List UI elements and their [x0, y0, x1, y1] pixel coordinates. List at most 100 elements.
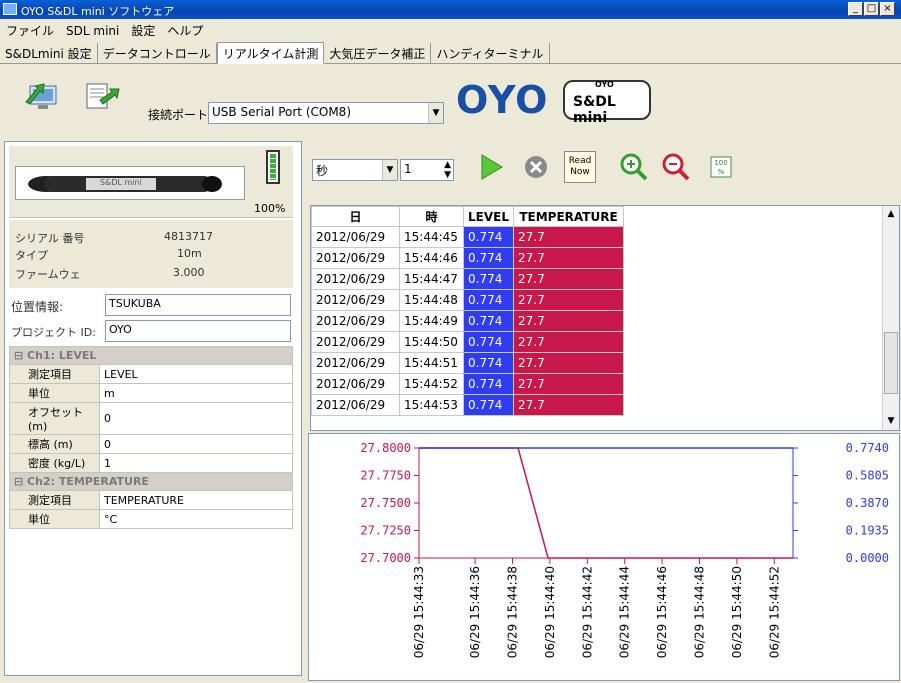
property-value[interactable]: 0 [99, 402, 293, 435]
cell-date: 2012/06/29 [311, 394, 400, 416]
port-select[interactable]: USB Serial Port (COM8) ▼ [208, 102, 444, 124]
property-value[interactable]: m [99, 383, 293, 403]
device-info: シリアル 番号 4813717 タイプ 10m ファームウェ 3.000 [9, 220, 293, 288]
table-row[interactable]: 2012/06/29 15:44:50 0.774 27.7 [311, 331, 624, 353]
scroll-thumb[interactable] [884, 332, 898, 394]
minimize-button[interactable]: _ [848, 2, 863, 16]
left-tick-label: 27.7000 [360, 551, 411, 565]
table-row[interactable]: 2012/06/29 15:44:52 0.774 27.7 [311, 373, 624, 395]
scroll-down-icon[interactable]: ▼ [883, 413, 899, 430]
oyo-logo: OYO [456, 78, 549, 122]
table-row[interactable]: 2012/06/29 15:44:47 0.774 27.7 [311, 268, 624, 290]
cell-level: 0.774 [463, 394, 514, 416]
cell-time: 15:44:53 [399, 394, 464, 416]
unit-select[interactable]: 秒 ▼ [312, 159, 398, 181]
table-row[interactable]: 2012/06/29 15:44:45 0.774 27.7 [311, 226, 624, 248]
x-tick-label: 06/29 15:44:38 [506, 566, 520, 658]
menu-settings[interactable]: 設定 [125, 19, 161, 39]
col-date-header[interactable]: 日 [311, 206, 400, 227]
close-button[interactable]: × [880, 2, 895, 16]
table-row[interactable]: 2012/06/29 15:44:51 0.774 27.7 [311, 352, 624, 374]
export-icon[interactable] [84, 80, 122, 112]
property-name: 測定項目 [9, 490, 100, 510]
project-field[interactable]: OYO [105, 320, 291, 342]
badge-top-text: OYO [595, 80, 614, 89]
property-row[interactable]: 測定項目 TEMPERATURE [9, 490, 293, 510]
table-row[interactable]: 2012/06/29 15:44:53 0.774 27.7 [311, 394, 624, 416]
property-value[interactable]: LEVEL [99, 364, 293, 384]
property-value[interactable]: TEMPERATURE [99, 490, 293, 510]
tab-pressure-correction[interactable]: 大気圧データ補正 [324, 43, 432, 64]
cell-time: 15:44:50 [399, 331, 464, 353]
stop-button[interactable] [518, 149, 554, 185]
read-now-button[interactable]: Read Now [564, 151, 596, 183]
location-field[interactable]: TSUKUBA [105, 294, 291, 316]
cell-date: 2012/06/29 [311, 268, 400, 290]
property-name: オフセット (m) [9, 402, 100, 435]
cell-temp: 27.7 [513, 310, 624, 332]
menu-sdl-mini[interactable]: SDL mini [60, 21, 125, 38]
zoom-reset-button[interactable]: 100% [702, 149, 738, 185]
table-row[interactable]: 2012/06/29 15:44:49 0.774 27.7 [311, 310, 624, 332]
zoom-in-button[interactable] [616, 149, 652, 185]
x-tick-label: 06/29 15:44:42 [580, 566, 594, 658]
cell-temp: 27.7 [513, 247, 624, 269]
property-group-label: ⊟ Ch1: LEVEL [9, 346, 293, 365]
x-tick-label: 06/29 15:44:36 [468, 566, 482, 658]
property-row[interactable]: 密度 (kg/L) 1 [9, 453, 293, 473]
property-value[interactable]: 1 [99, 453, 293, 473]
right-tick-label: 0.1935 [846, 524, 889, 538]
tab-handy-terminal[interactable]: ハンディターミナル [431, 43, 550, 64]
x-tick-label: 06/29 15:44:44 [618, 566, 632, 658]
col-level-header[interactable]: LEVEL [463, 206, 514, 227]
firmware-value: 3.000 [173, 266, 205, 279]
interval-value: 1 [404, 162, 412, 176]
cell-date: 2012/06/29 [311, 331, 400, 353]
play-button[interactable] [472, 149, 508, 185]
cell-date: 2012/06/29 [311, 310, 400, 332]
property-name: 単位 [9, 509, 100, 529]
tab-sdl-settings[interactable]: S&DLmini 設定 [0, 43, 98, 64]
chevron-down-icon[interactable]: ▼ [428, 103, 443, 123]
cell-time: 15:44:49 [399, 310, 464, 332]
tab-realtime[interactable]: リアルタイム計測 [216, 42, 325, 64]
menu-file[interactable]: ファイル [0, 19, 60, 39]
property-row[interactable]: 測定項目 LEVEL [9, 364, 293, 384]
tab-data-control[interactable]: データコントロール [98, 43, 217, 64]
spin-icon[interactable]: ▲ ▼ [444, 160, 451, 180]
cell-time: 15:44:47 [399, 268, 464, 290]
scrollbar[interactable]: ▲ ▼ [882, 206, 899, 430]
location-label: 位置情報: [11, 300, 64, 314]
sdl-mini-logo: OYO S&DL mini [563, 80, 651, 126]
download-icon[interactable] [24, 80, 62, 112]
scroll-up-icon[interactable]: ▲ [883, 206, 899, 223]
project-label: プロジェクト ID: [11, 326, 96, 339]
property-group-label: ⊟ Ch2: TEMPERATURE [9, 472, 293, 491]
battery-level: 100% [254, 202, 286, 215]
chevron-down-icon[interactable]: ▼ [382, 160, 397, 180]
interval-stepper[interactable]: 1 ▲ ▼ [400, 159, 454, 181]
toolbar: 接続ポート USB Serial Port (COM8) ▼ OYO OYO S… [0, 64, 901, 136]
property-group[interactable]: ⊟ Ch2: TEMPERATURE [9, 472, 293, 491]
cell-date: 2012/06/29 [311, 373, 400, 395]
property-value[interactable]: °C [99, 509, 293, 529]
maximize-button[interactable]: □ [864, 2, 879, 16]
col-time-header[interactable]: 時 [399, 206, 464, 227]
property-value[interactable]: 0 [99, 434, 293, 454]
zoom-out-button[interactable] [658, 149, 694, 185]
x-tick-label: 06/29 15:44:33 [412, 566, 426, 658]
property-row[interactable]: 標高 (m) 0 [9, 434, 293, 454]
left-tick-label: 27.8000 [360, 441, 411, 455]
property-row[interactable]: 単位 °C [9, 509, 293, 529]
right-tick-label: 0.7740 [846, 441, 889, 455]
x-tick-label: 06/29 15:44:52 [767, 566, 781, 658]
property-row[interactable]: 単位 m [9, 383, 293, 403]
menu-help[interactable]: ヘルプ [161, 19, 209, 39]
col-temp-header[interactable]: TEMPERATURE [513, 206, 624, 227]
table-row[interactable]: 2012/06/29 15:44:46 0.774 27.7 [311, 247, 624, 269]
table-row[interactable]: 2012/06/29 15:44:48 0.774 27.7 [311, 289, 624, 311]
firmware-label: ファームウェ [15, 268, 81, 281]
property-group[interactable]: ⊟ Ch1: LEVEL [9, 346, 293, 365]
cell-level: 0.774 [463, 352, 514, 374]
property-row[interactable]: オフセット (m) 0 [9, 402, 293, 435]
